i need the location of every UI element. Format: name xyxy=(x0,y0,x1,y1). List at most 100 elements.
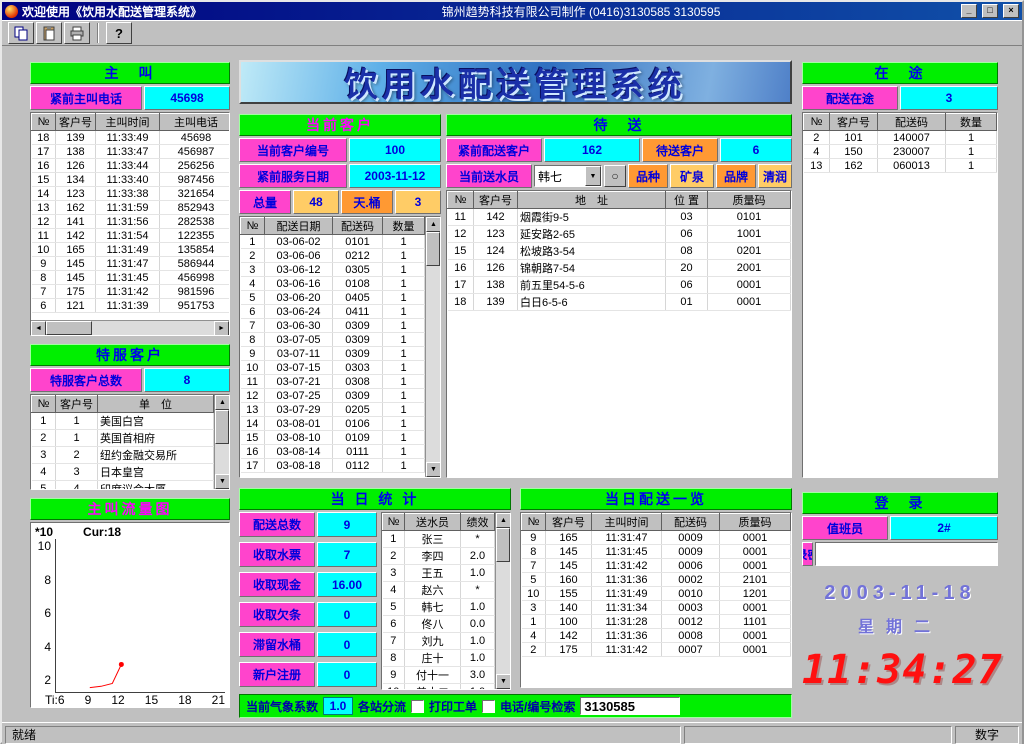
table-row[interactable]: 814511:31:45456998 xyxy=(32,271,231,285)
table-row[interactable]: 803-07-0503091 xyxy=(241,333,425,347)
column-header[interactable]: 主叫时间 xyxy=(96,114,160,131)
search-input[interactable] xyxy=(580,697,680,715)
column-header[interactable]: 数量 xyxy=(946,114,997,131)
table-row[interactable]: 516011:31:3600022101 xyxy=(522,573,791,587)
column-header[interactable]: 主叫电话 xyxy=(160,114,231,131)
column-header[interactable]: 主叫时间 xyxy=(592,514,662,531)
column-header[interactable]: 质量码 xyxy=(708,192,791,209)
table-row[interactable]: 1张三* xyxy=(383,531,495,548)
column-header[interactable]: 配送码 xyxy=(662,514,720,531)
table-row[interactable]: 903-07-1103091 xyxy=(241,347,425,361)
waterman-table-vscrollbar[interactable]: ▲ ▼ xyxy=(495,513,510,689)
table-row[interactable]: 21011400071 xyxy=(804,131,997,145)
table-row[interactable]: 1114211:31:54122355 xyxy=(32,229,231,243)
table-row[interactable]: 1214111:31:56282538 xyxy=(32,215,231,229)
table-row[interactable]: 1016511:31:49135854 xyxy=(32,243,231,257)
table-row[interactable]: 1612611:33:44256256 xyxy=(32,159,231,173)
table-row[interactable]: 32纽约金融交易所 xyxy=(32,447,214,464)
table-row[interactable]: 1403-08-0101061 xyxy=(241,417,425,431)
column-header[interactable]: 质量码 xyxy=(720,514,791,531)
close-button[interactable]: × xyxy=(1003,4,1019,18)
scroll-track[interactable] xyxy=(496,528,510,674)
table-row[interactable]: 5韩七1.0 xyxy=(383,599,495,616)
table-row[interactable]: 703-06-3003091 xyxy=(241,319,425,333)
column-header[interactable]: № xyxy=(32,114,56,131)
table-row[interactable]: 41502300071 xyxy=(804,145,997,159)
column-header[interactable]: 客户号 xyxy=(56,396,98,413)
table-row[interactable]: 1503-08-1001091 xyxy=(241,431,425,445)
table-row[interactable]: 1316211:31:59852943 xyxy=(32,201,231,215)
maximize-button[interactable]: □ xyxy=(982,4,998,18)
scroll-thumb[interactable] xyxy=(496,528,510,562)
table-row[interactable]: 603-06-2404111 xyxy=(241,305,425,319)
minimize-button[interactable]: _ xyxy=(961,4,977,18)
column-header[interactable]: 数量 xyxy=(383,218,425,235)
table-row[interactable]: 16126锦朝路7-54202001 xyxy=(448,260,791,277)
table-row[interactable]: 2李四2.0 xyxy=(383,548,495,565)
table-row[interactable]: 814511:31:4500090001 xyxy=(522,545,791,559)
scroll-left-button[interactable]: ◄ xyxy=(31,321,46,336)
table-row[interactable]: 503-06-2004051 xyxy=(241,291,425,305)
table-row[interactable]: 10姜十二1.0 xyxy=(383,684,495,691)
scroll-down-button[interactable]: ▼ xyxy=(215,474,230,489)
column-header[interactable]: № xyxy=(241,218,265,235)
column-header[interactable]: № xyxy=(32,396,56,413)
table-row[interactable]: 43日本皇宫 xyxy=(32,464,214,481)
table-row[interactable]: 612111:31:39951753 xyxy=(32,299,231,313)
table-row[interactable]: 11美国白宫 xyxy=(32,413,214,430)
column-header[interactable]: № xyxy=(383,514,405,531)
copy-button[interactable] xyxy=(8,22,34,44)
table-row[interactable]: 414211:31:3600080001 xyxy=(522,629,791,643)
column-header[interactable]: 位 置 xyxy=(666,192,708,209)
station-split-checkbox[interactable] xyxy=(411,700,424,713)
scroll-up-button[interactable]: ▲ xyxy=(496,513,511,528)
column-header[interactable]: № xyxy=(804,114,830,131)
scroll-track[interactable] xyxy=(46,321,214,335)
combobox-dropdown-button[interactable]: ▼ xyxy=(585,166,601,186)
table-row[interactable]: 714511:31:4200060001 xyxy=(522,559,791,573)
caller-table-hscrollbar[interactable]: ◄ ► xyxy=(31,320,229,335)
table-row[interactable]: 1412311:33:38321654 xyxy=(32,187,231,201)
column-header[interactable]: № xyxy=(448,192,474,209)
table-row[interactable]: 1603-08-1401111 xyxy=(241,445,425,459)
scroll-up-button[interactable]: ▲ xyxy=(215,395,230,410)
column-header[interactable]: 配送日期 xyxy=(265,218,333,235)
table-row[interactable]: 1713811:33:47456987 xyxy=(32,145,231,159)
table-row[interactable]: 131620600131 xyxy=(804,159,997,173)
table-row[interactable]: 11142烟霞街9-5030101 xyxy=(448,209,791,226)
table-row[interactable]: 1813911:33:4945698 xyxy=(32,131,231,145)
column-header[interactable]: № xyxy=(522,514,546,531)
scroll-down-button[interactable]: ▼ xyxy=(426,462,441,477)
table-row[interactable]: 914511:31:47586944 xyxy=(32,257,231,271)
table-row[interactable]: 54印度议会大厦 xyxy=(32,481,214,491)
column-header[interactable]: 单 位 xyxy=(98,396,214,413)
column-header[interactable]: 客户号 xyxy=(546,514,592,531)
current-table-vscrollbar[interactable]: ▲ ▼ xyxy=(425,217,440,477)
special-table-vscrollbar[interactable]: ▲ ▼ xyxy=(214,395,229,489)
column-header[interactable]: 送水员 xyxy=(405,514,461,531)
column-header[interactable]: 配送码 xyxy=(333,218,383,235)
scroll-down-button[interactable]: ▼ xyxy=(496,674,511,689)
table-row[interactable]: 1303-07-2902051 xyxy=(241,403,425,417)
print-button[interactable] xyxy=(64,22,90,44)
scroll-track[interactable] xyxy=(215,410,229,474)
table-row[interactable]: 717511:31:42981596 xyxy=(32,285,231,299)
column-header[interactable]: 地 址 xyxy=(518,192,666,209)
table-row[interactable]: 110011:31:2800121101 xyxy=(522,615,791,629)
table-row[interactable]: 217511:31:4200070001 xyxy=(522,643,791,657)
table-row[interactable]: 15124松坡路3-54080201 xyxy=(448,243,791,260)
table-row[interactable]: 403-06-1601081 xyxy=(241,277,425,291)
table-row[interactable]: 4赵六* xyxy=(383,582,495,599)
scroll-right-button[interactable]: ► xyxy=(214,321,229,336)
help-button[interactable]: ? xyxy=(106,22,132,44)
table-row[interactable]: 8庄十1.0 xyxy=(383,650,495,667)
scroll-thumb[interactable] xyxy=(46,321,92,335)
scroll-thumb[interactable] xyxy=(215,410,229,444)
table-row[interactable]: 12123延安路2-65061001 xyxy=(448,226,791,243)
table-row[interactable]: 1703-08-1801121 xyxy=(241,459,425,473)
table-row[interactable]: 203-06-0602121 xyxy=(241,249,425,263)
table-row[interactable]: 6佟八0.0 xyxy=(383,616,495,633)
table-row[interactable]: 1003-07-1503031 xyxy=(241,361,425,375)
table-row[interactable]: 3王五1.0 xyxy=(383,565,495,582)
table-row[interactable]: 1203-07-2503091 xyxy=(241,389,425,403)
